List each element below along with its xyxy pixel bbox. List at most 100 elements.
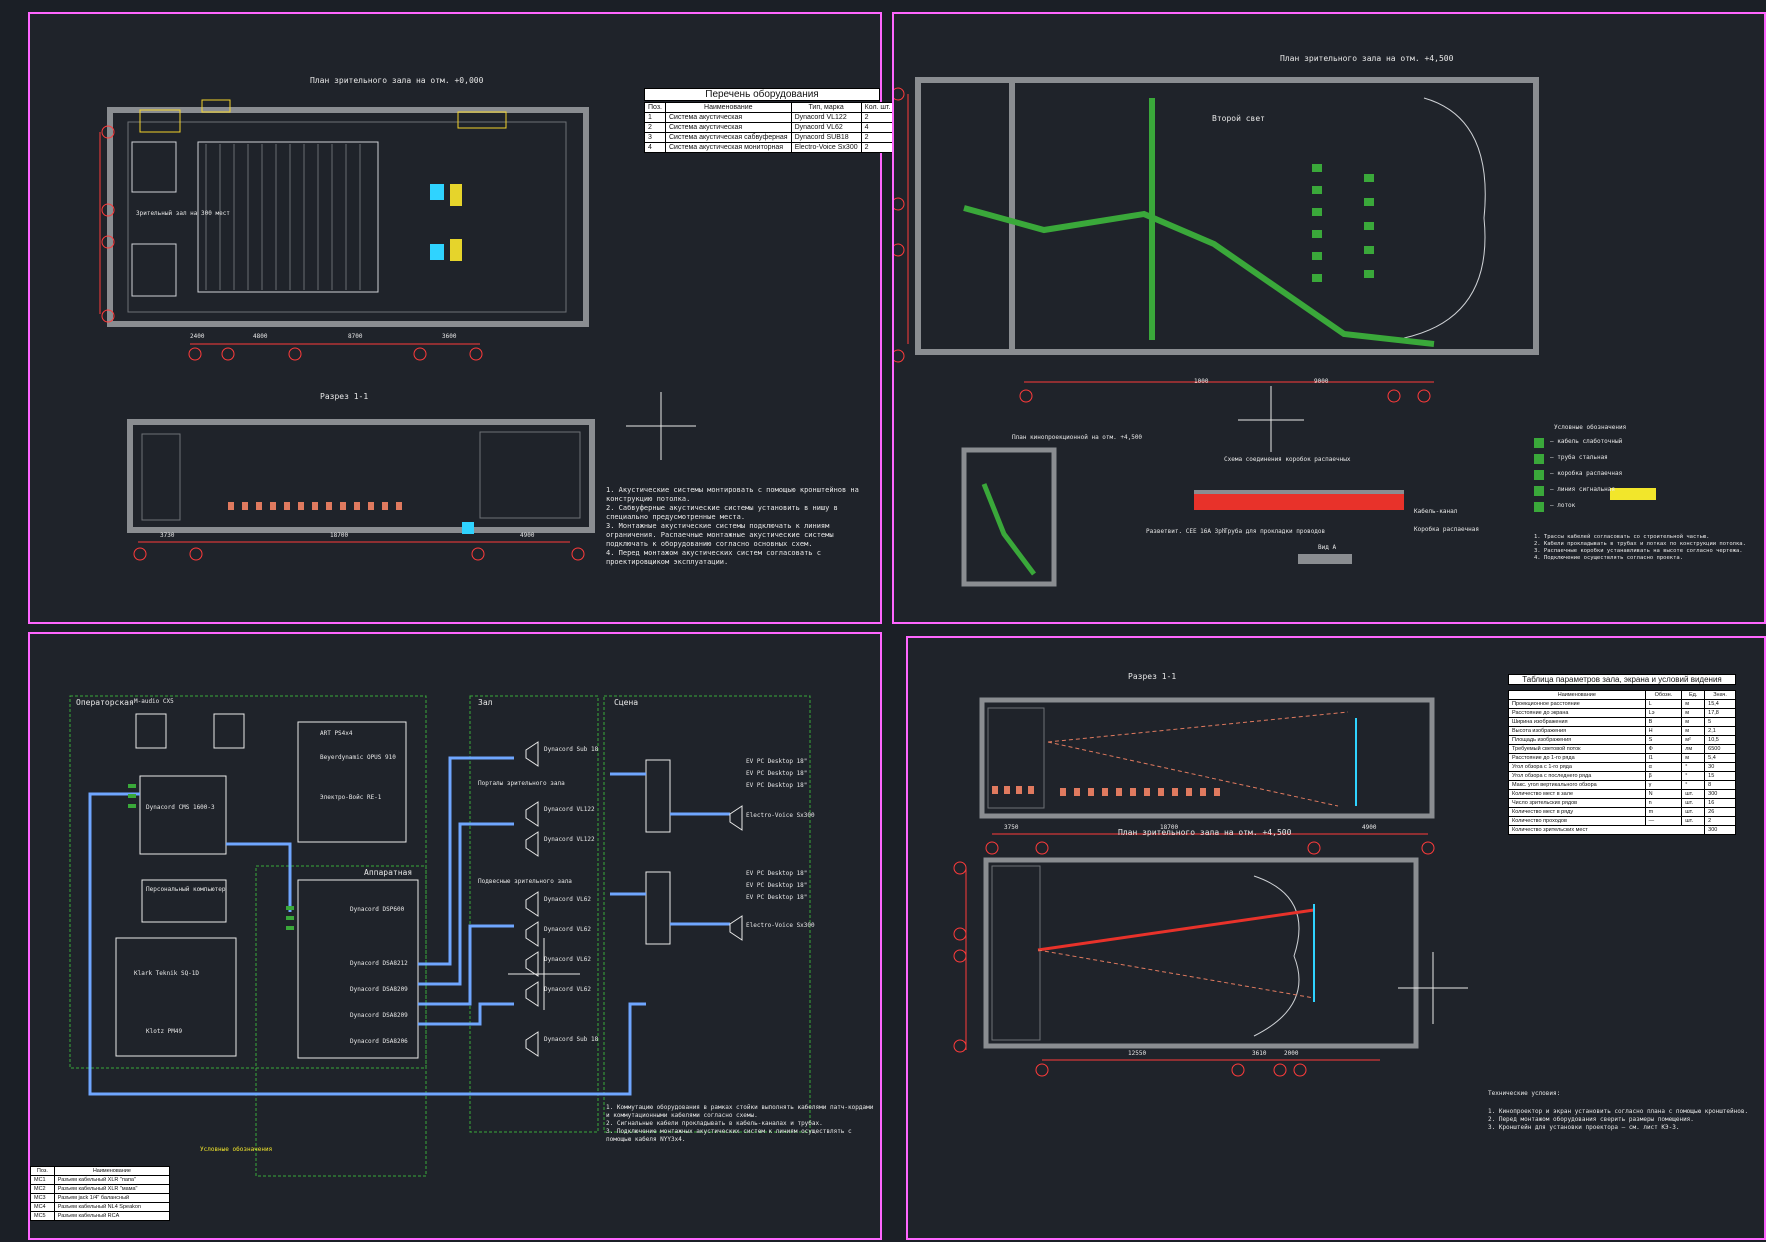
- dim-plan-3: 8700: [348, 333, 363, 340]
- cell: Требуемый световой поток: [1508, 744, 1646, 754]
- legend-item-3: — коробка распаечная: [1550, 470, 1623, 477]
- hall-label: Зрительный зал на 300 мест: [136, 210, 230, 217]
- cell: MC2: [30, 1184, 55, 1194]
- param-table-caption: Таблица параметров зала, экрана и услови…: [1508, 674, 1736, 685]
- table-row: Проекционное расстояние Lм 15,4: [1508, 699, 1736, 709]
- eq-th-pos: Поз.: [644, 102, 666, 113]
- cell: S: [1644, 735, 1683, 745]
- cell: 2: [1704, 816, 1736, 826]
- table-row: Количество мест в ряду m шт. 26: [1508, 807, 1736, 817]
- table-row: Количество зрительских мест 300: [1507, 825, 1736, 835]
- cell: N: [1644, 789, 1683, 799]
- cell: Количество проходов: [1508, 816, 1646, 826]
- cell: 5,4: [1704, 753, 1736, 763]
- speaker-4: Dynacord VL62: [544, 896, 591, 903]
- note-tr-1: 1. Трассы кабелей согласовать со строите…: [1534, 534, 1710, 540]
- cell: Разъем jack 1/4" балансный: [53, 1193, 171, 1203]
- table-row: 2 Система акустическая Dynacord VL62 4: [644, 122, 895, 133]
- cell: 2: [860, 132, 895, 143]
- br-dim-s3: 4900: [1362, 824, 1377, 831]
- ct-th-pos: Поз.: [30, 1166, 55, 1176]
- room-equipment: Аппаратная: [364, 868, 413, 877]
- cell: Dynacord VL62: [790, 122, 862, 133]
- cell: 26: [1704, 807, 1736, 817]
- cell: MC4: [30, 1202, 55, 1212]
- cable-table: Поз. Наименование MC1 Разъем кабельный XLR…: [30, 1166, 171, 1221]
- cell: B: [1644, 717, 1683, 727]
- cell: Система акустическая: [665, 122, 792, 133]
- cell: Проекционное расстояние: [1508, 699, 1646, 709]
- note-bl-3: 3. Подключение монтажных акустических си…: [606, 1128, 852, 1143]
- cell: Ширина изображения: [1508, 717, 1646, 727]
- table-row: MC2 Разъем кабельный XLR "мама": [30, 1184, 171, 1194]
- pt-th-unit: Ед.: [1681, 690, 1706, 700]
- tech-note-3: 3. Кронштейн для установки проектора — с…: [1488, 1124, 1680, 1131]
- table-row: 3 Система акустическая сабвуферная Dynacor…: [644, 132, 895, 143]
- legend-title-bl: Условные обозначения: [200, 1146, 273, 1153]
- legend-item-5: — лоток: [1550, 502, 1576, 509]
- sheet-plan-hall: План зрительного зала на отм. +0,000 Зри…: [28, 12, 895, 624]
- cell: Ф: [1644, 744, 1683, 754]
- cell: шт.: [1681, 816, 1706, 826]
- cell: Высота изображения: [1508, 726, 1646, 736]
- cell: 16: [1704, 798, 1736, 808]
- table-row: MC1 Разъем кабельный XLR "папа": [30, 1175, 171, 1185]
- room-operator: Операторская: [76, 698, 134, 707]
- table-row: Количество мест в зале Nшт. 300: [1508, 789, 1736, 799]
- param-table: Наименование Обозн. Ед. Знач. Проекционн…: [1507, 690, 1736, 835]
- dim-plan-2: 4800: [253, 333, 268, 340]
- cell: Lэ: [1644, 708, 1683, 718]
- note-tr-2: 2. Кабели прокладывать в трубах и лотках…: [1534, 541, 1746, 547]
- sheet-cable-routing: План зрительного зала на отм. +4,500 Вто…: [892, 12, 1766, 624]
- cable-label-1: Кабель-канал: [1414, 508, 1458, 515]
- signal-scheme-drawing: [69, 695, 811, 1177]
- device-klotz: Klotz PM49: [146, 1028, 183, 1035]
- cell: 1: [644, 112, 666, 123]
- group-portals: Порталы зрительного зала: [478, 780, 565, 787]
- pt-th-val: Знач.: [1704, 690, 1736, 700]
- cell: β: [1644, 771, 1683, 781]
- stage-spk-7: EV PC Desktop 18": [746, 894, 808, 901]
- dim-plan-4: 3600: [442, 333, 457, 340]
- table-row: Угол обзора с последнего ряда β ° 15: [1508, 771, 1736, 781]
- device-klark: Klark Teknik SQ-1D: [134, 970, 200, 977]
- cell: шт.: [1681, 798, 1706, 808]
- speaker-5: Dynacord VL62: [544, 926, 591, 933]
- cell: Расстояние до экрана: [1508, 708, 1646, 718]
- cell: γ: [1644, 780, 1683, 790]
- dim-section-2: 18700: [330, 532, 349, 539]
- cell: Система акустическая сабвуферная: [665, 132, 792, 143]
- table-row: Высота изображения Hм 2,1: [1508, 726, 1736, 736]
- table-row: Расстояние до экрана Lэ м 17,8: [1508, 708, 1736, 718]
- notes-bl: 1. Коммутацию оборудования в рамках стой…: [606, 1104, 876, 1144]
- note-tr-4: 4. Подключение осуществлять согласно про…: [1534, 555, 1684, 561]
- eq-th-qty: Кол. шт.: [860, 102, 895, 113]
- br-section-title: Разрез 1-1: [1128, 672, 1177, 681]
- table-row: 4 Система акустическая мониторная Electro-…: [644, 142, 895, 153]
- speaker-6: Dynacord VL62: [544, 956, 591, 963]
- total-label: Количество зрительских мест: [1507, 825, 1706, 835]
- cell: 2: [860, 112, 895, 123]
- small-plan-title: План кинопроекционной на отм. +4,500: [1012, 434, 1143, 441]
- device-art: ART PS4x4: [320, 730, 353, 737]
- br-dim-p3: 2000: [1284, 1050, 1299, 1057]
- cell: MC5: [30, 1211, 55, 1221]
- cell: 8: [1704, 780, 1736, 790]
- section-title: Разрез 1-1: [320, 392, 369, 401]
- device-amp-2: Dynacord DSA8209: [350, 986, 408, 993]
- legend-title: Условные обозначения: [1554, 424, 1627, 431]
- notes-tr: 1. Трассы кабелей согласовать со строите…: [1534, 534, 1762, 562]
- stage-spk-6: EV PC Desktop 18": [746, 882, 808, 889]
- tech-note-1: 1. Кинопроектор и экран установить согла…: [1488, 1108, 1749, 1115]
- cell: l1: [1644, 753, 1683, 763]
- dim-section-1: 3730: [160, 532, 175, 539]
- cell: 2: [860, 142, 895, 153]
- cell: α: [1644, 762, 1683, 772]
- device-mixer: Dynacord CMS 1600-3: [146, 804, 215, 811]
- cell: 30: [1704, 762, 1736, 772]
- stage-spk-8: Electro-Voice Sx300: [746, 922, 815, 929]
- group-hanging: Подвесные зрительного зала: [478, 878, 572, 885]
- device-amp-3: Dynacord DSA8209: [350, 1012, 408, 1019]
- table-row: Угол обзора с 1-го ряда α ° 30: [1508, 762, 1736, 772]
- pt-th-name: Наименование: [1508, 690, 1646, 700]
